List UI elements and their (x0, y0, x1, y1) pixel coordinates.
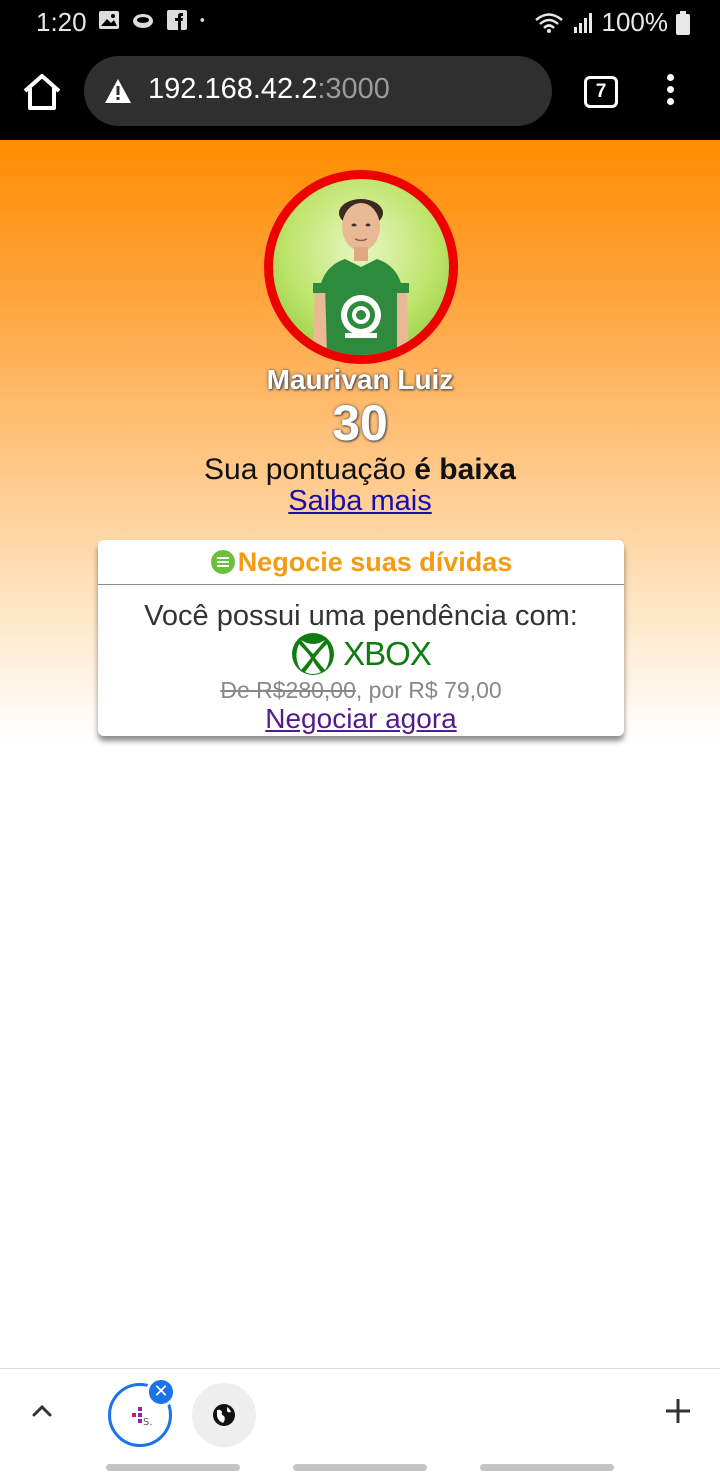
status-right: 100% (534, 7, 690, 38)
brand-name: XBOX (343, 635, 432, 672)
url-text[interactable]: 192.168.42.2:3000 (148, 73, 390, 106)
nav-handle-left[interactable] (106, 1464, 240, 1471)
debt-card: Negocie suas dívidas Você possui uma pen… (98, 540, 624, 736)
avatar (264, 170, 458, 364)
battery-percent: 100% (601, 7, 669, 37)
score-message: Sua pontuação é baixa (0, 453, 720, 487)
svg-text:S.: S. (143, 1417, 153, 1428)
creditor-brand: XBOX (98, 632, 624, 676)
signal-icon (573, 12, 592, 33)
bottom-tab-strip: S. ✕ (0, 1368, 720, 1456)
card-title: Negocie suas dívidas (237, 546, 513, 577)
battery-icon (676, 10, 690, 35)
nav-handle-right[interactable] (480, 1464, 614, 1471)
chevron-up-icon[interactable] (28, 1397, 56, 1425)
card-header: Negocie suas dívidas (98, 540, 624, 585)
user-name: Maurivan Luiz (266, 364, 454, 395)
price-offer: De R$280,00, por R$ 79,00 (98, 677, 624, 704)
web-page: Maurivan Luiz 30 Sua pontuação é baixa S… (0, 140, 720, 1368)
home-icon[interactable] (20, 72, 64, 112)
wifi-icon (534, 12, 563, 33)
globe-icon (213, 1404, 235, 1426)
browser-toolbar: 192.168.42.2:3000 7 (0, 44, 720, 140)
dot-icon (200, 18, 205, 22)
url-port: :3000 (317, 73, 390, 105)
list-icon (210, 550, 235, 574)
xbox-logo-icon (292, 633, 335, 675)
negotiate-now-link[interactable]: Negociar agora (98, 703, 624, 735)
url-host: 192.168.42.2 (148, 73, 318, 105)
new-tab-icon[interactable] (662, 1395, 694, 1427)
avatar-image (313, 199, 409, 355)
warning-icon[interactable] (104, 78, 132, 104)
site-favicon-icon: S. (132, 1407, 153, 1428)
system-nav-bar (0, 1456, 720, 1480)
cloud-icon (133, 14, 153, 28)
tab-thumbnail[interactable] (192, 1383, 256, 1447)
image-icon (99, 11, 119, 29)
credit-score: 30 (332, 395, 388, 451)
nav-handle-center[interactable] (293, 1464, 427, 1471)
learn-more-link[interactable]: Saiba mais (0, 485, 720, 518)
score-message-strong: é baixa (414, 453, 516, 486)
pending-text: Você possui uma pendência com: (144, 600, 578, 632)
tab-switcher-button[interactable]: 7 (584, 76, 618, 108)
notification-icons (98, 9, 210, 31)
price-new: , por R$ 79,00 (355, 677, 502, 703)
overflow-menu-icon[interactable] (660, 74, 680, 108)
facebook-icon (167, 10, 187, 30)
price-old: De R$280,00 (220, 677, 356, 703)
status-time: 1:20 (36, 7, 87, 37)
score-message-prefix: Sua pontuação (204, 453, 406, 486)
url-bar[interactable]: 192.168.42.2:3000 (84, 56, 552, 126)
status-bar: 1:20 100% (0, 0, 720, 44)
close-tab-icon[interactable]: ✕ (146, 1377, 176, 1407)
